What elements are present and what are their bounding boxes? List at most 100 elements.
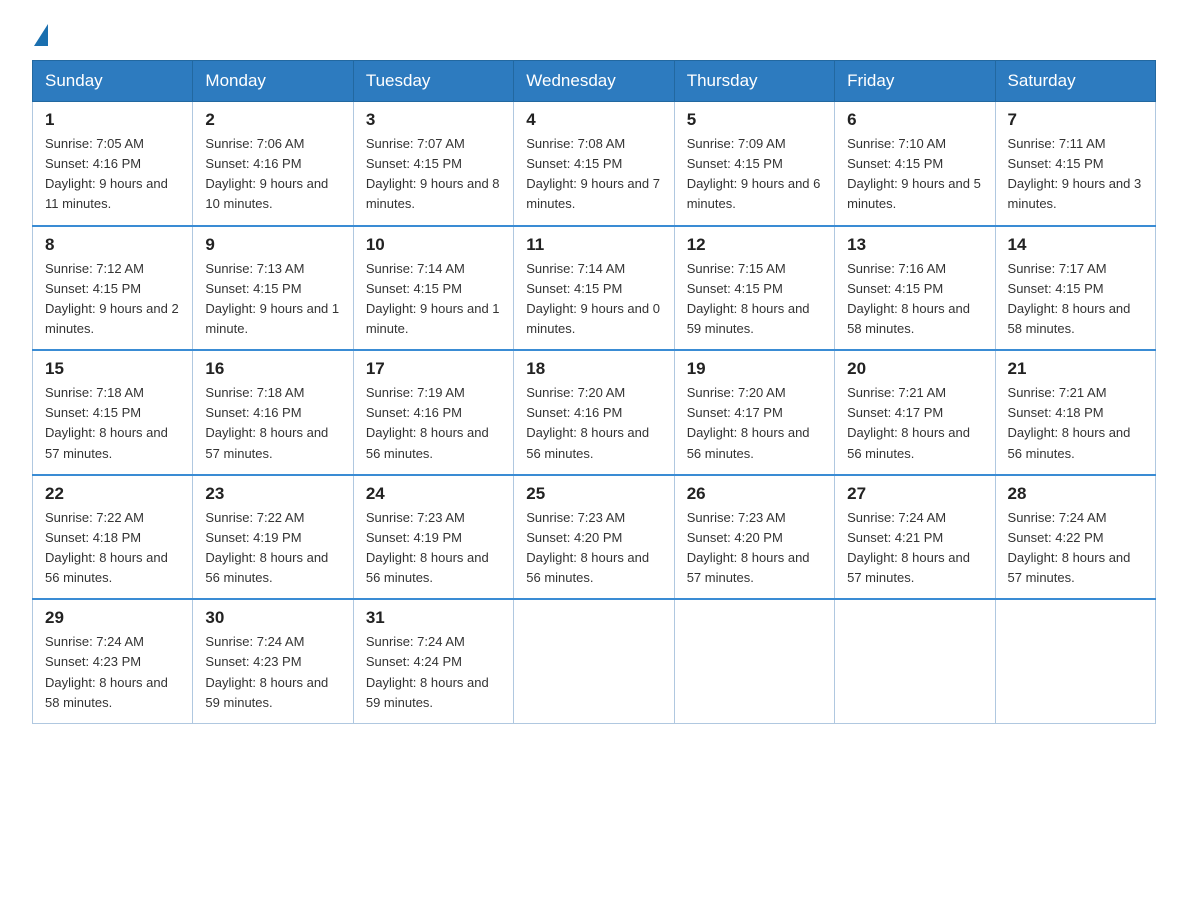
day-number: 15 bbox=[45, 359, 182, 379]
calendar-cell: 30 Sunrise: 7:24 AMSunset: 4:23 PMDaylig… bbox=[193, 599, 353, 723]
calendar-cell bbox=[674, 599, 834, 723]
day-number: 7 bbox=[1008, 110, 1145, 130]
day-info: Sunrise: 7:23 AMSunset: 4:19 PMDaylight:… bbox=[366, 510, 489, 585]
day-number: 2 bbox=[205, 110, 342, 130]
day-info: Sunrise: 7:14 AMSunset: 4:15 PMDaylight:… bbox=[366, 261, 500, 336]
day-header-wednesday: Wednesday bbox=[514, 61, 674, 102]
calendar-cell: 6 Sunrise: 7:10 AMSunset: 4:15 PMDayligh… bbox=[835, 102, 995, 226]
day-info: Sunrise: 7:22 AMSunset: 4:18 PMDaylight:… bbox=[45, 510, 168, 585]
day-number: 27 bbox=[847, 484, 984, 504]
calendar-cell: 27 Sunrise: 7:24 AMSunset: 4:21 PMDaylig… bbox=[835, 475, 995, 600]
calendar-cell: 25 Sunrise: 7:23 AMSunset: 4:20 PMDaylig… bbox=[514, 475, 674, 600]
day-info: Sunrise: 7:12 AMSunset: 4:15 PMDaylight:… bbox=[45, 261, 179, 336]
calendar-cell: 1 Sunrise: 7:05 AMSunset: 4:16 PMDayligh… bbox=[33, 102, 193, 226]
day-info: Sunrise: 7:09 AMSunset: 4:15 PMDaylight:… bbox=[687, 136, 821, 211]
calendar-cell bbox=[835, 599, 995, 723]
day-header-tuesday: Tuesday bbox=[353, 61, 513, 102]
day-number: 23 bbox=[205, 484, 342, 504]
logo-arrow-icon bbox=[34, 24, 48, 46]
day-number: 8 bbox=[45, 235, 182, 255]
calendar-cell bbox=[514, 599, 674, 723]
calendar-cell: 9 Sunrise: 7:13 AMSunset: 4:15 PMDayligh… bbox=[193, 226, 353, 351]
logo bbox=[32, 24, 50, 42]
day-info: Sunrise: 7:14 AMSunset: 4:15 PMDaylight:… bbox=[526, 261, 660, 336]
calendar-cell: 14 Sunrise: 7:17 AMSunset: 4:15 PMDaylig… bbox=[995, 226, 1155, 351]
day-number: 17 bbox=[366, 359, 503, 379]
day-info: Sunrise: 7:16 AMSunset: 4:15 PMDaylight:… bbox=[847, 261, 970, 336]
calendar-cell: 17 Sunrise: 7:19 AMSunset: 4:16 PMDaylig… bbox=[353, 350, 513, 475]
calendar-cell: 10 Sunrise: 7:14 AMSunset: 4:15 PMDaylig… bbox=[353, 226, 513, 351]
day-number: 4 bbox=[526, 110, 663, 130]
calendar-week-row: 8 Sunrise: 7:12 AMSunset: 4:15 PMDayligh… bbox=[33, 226, 1156, 351]
day-info: Sunrise: 7:24 AMSunset: 4:23 PMDaylight:… bbox=[205, 634, 328, 709]
day-info: Sunrise: 7:22 AMSunset: 4:19 PMDaylight:… bbox=[205, 510, 328, 585]
calendar-cell: 26 Sunrise: 7:23 AMSunset: 4:20 PMDaylig… bbox=[674, 475, 834, 600]
day-number: 13 bbox=[847, 235, 984, 255]
day-number: 11 bbox=[526, 235, 663, 255]
calendar-cell: 5 Sunrise: 7:09 AMSunset: 4:15 PMDayligh… bbox=[674, 102, 834, 226]
day-info: Sunrise: 7:23 AMSunset: 4:20 PMDaylight:… bbox=[526, 510, 649, 585]
day-info: Sunrise: 7:23 AMSunset: 4:20 PMDaylight:… bbox=[687, 510, 810, 585]
calendar-cell: 28 Sunrise: 7:24 AMSunset: 4:22 PMDaylig… bbox=[995, 475, 1155, 600]
day-number: 14 bbox=[1008, 235, 1145, 255]
day-info: Sunrise: 7:21 AMSunset: 4:17 PMDaylight:… bbox=[847, 385, 970, 460]
day-number: 28 bbox=[1008, 484, 1145, 504]
day-number: 26 bbox=[687, 484, 824, 504]
calendar-cell: 22 Sunrise: 7:22 AMSunset: 4:18 PMDaylig… bbox=[33, 475, 193, 600]
calendar-cell: 16 Sunrise: 7:18 AMSunset: 4:16 PMDaylig… bbox=[193, 350, 353, 475]
day-info: Sunrise: 7:10 AMSunset: 4:15 PMDaylight:… bbox=[847, 136, 981, 211]
day-info: Sunrise: 7:13 AMSunset: 4:15 PMDaylight:… bbox=[205, 261, 339, 336]
page-header bbox=[32, 24, 1156, 42]
calendar-week-row: 29 Sunrise: 7:24 AMSunset: 4:23 PMDaylig… bbox=[33, 599, 1156, 723]
day-info: Sunrise: 7:21 AMSunset: 4:18 PMDaylight:… bbox=[1008, 385, 1131, 460]
day-number: 24 bbox=[366, 484, 503, 504]
day-number: 20 bbox=[847, 359, 984, 379]
day-info: Sunrise: 7:18 AMSunset: 4:16 PMDaylight:… bbox=[205, 385, 328, 460]
day-header-friday: Friday bbox=[835, 61, 995, 102]
day-header-sunday: Sunday bbox=[33, 61, 193, 102]
day-number: 19 bbox=[687, 359, 824, 379]
calendar-cell: 29 Sunrise: 7:24 AMSunset: 4:23 PMDaylig… bbox=[33, 599, 193, 723]
calendar-cell: 11 Sunrise: 7:14 AMSunset: 4:15 PMDaylig… bbox=[514, 226, 674, 351]
calendar-cell: 8 Sunrise: 7:12 AMSunset: 4:15 PMDayligh… bbox=[33, 226, 193, 351]
calendar-cell: 19 Sunrise: 7:20 AMSunset: 4:17 PMDaylig… bbox=[674, 350, 834, 475]
day-number: 5 bbox=[687, 110, 824, 130]
calendar-cell: 23 Sunrise: 7:22 AMSunset: 4:19 PMDaylig… bbox=[193, 475, 353, 600]
day-info: Sunrise: 7:24 AMSunset: 4:22 PMDaylight:… bbox=[1008, 510, 1131, 585]
day-number: 30 bbox=[205, 608, 342, 628]
calendar-week-row: 22 Sunrise: 7:22 AMSunset: 4:18 PMDaylig… bbox=[33, 475, 1156, 600]
calendar-cell: 20 Sunrise: 7:21 AMSunset: 4:17 PMDaylig… bbox=[835, 350, 995, 475]
day-info: Sunrise: 7:05 AMSunset: 4:16 PMDaylight:… bbox=[45, 136, 168, 211]
calendar-cell: 3 Sunrise: 7:07 AMSunset: 4:15 PMDayligh… bbox=[353, 102, 513, 226]
calendar-cell: 4 Sunrise: 7:08 AMSunset: 4:15 PMDayligh… bbox=[514, 102, 674, 226]
calendar-cell: 13 Sunrise: 7:16 AMSunset: 4:15 PMDaylig… bbox=[835, 226, 995, 351]
day-info: Sunrise: 7:17 AMSunset: 4:15 PMDaylight:… bbox=[1008, 261, 1131, 336]
calendar-week-row: 1 Sunrise: 7:05 AMSunset: 4:16 PMDayligh… bbox=[33, 102, 1156, 226]
day-info: Sunrise: 7:06 AMSunset: 4:16 PMDaylight:… bbox=[205, 136, 328, 211]
day-number: 9 bbox=[205, 235, 342, 255]
day-number: 22 bbox=[45, 484, 182, 504]
day-info: Sunrise: 7:11 AMSunset: 4:15 PMDaylight:… bbox=[1008, 136, 1142, 211]
day-info: Sunrise: 7:19 AMSunset: 4:16 PMDaylight:… bbox=[366, 385, 489, 460]
day-info: Sunrise: 7:24 AMSunset: 4:21 PMDaylight:… bbox=[847, 510, 970, 585]
calendar-cell: 15 Sunrise: 7:18 AMSunset: 4:15 PMDaylig… bbox=[33, 350, 193, 475]
day-number: 10 bbox=[366, 235, 503, 255]
day-number: 12 bbox=[687, 235, 824, 255]
calendar-cell: 2 Sunrise: 7:06 AMSunset: 4:16 PMDayligh… bbox=[193, 102, 353, 226]
day-info: Sunrise: 7:15 AMSunset: 4:15 PMDaylight:… bbox=[687, 261, 810, 336]
day-info: Sunrise: 7:08 AMSunset: 4:15 PMDaylight:… bbox=[526, 136, 660, 211]
day-number: 18 bbox=[526, 359, 663, 379]
day-header-thursday: Thursday bbox=[674, 61, 834, 102]
day-number: 3 bbox=[366, 110, 503, 130]
calendar-table: SundayMondayTuesdayWednesdayThursdayFrid… bbox=[32, 60, 1156, 724]
calendar-cell: 7 Sunrise: 7:11 AMSunset: 4:15 PMDayligh… bbox=[995, 102, 1155, 226]
day-info: Sunrise: 7:18 AMSunset: 4:15 PMDaylight:… bbox=[45, 385, 168, 460]
calendar-cell: 21 Sunrise: 7:21 AMSunset: 4:18 PMDaylig… bbox=[995, 350, 1155, 475]
calendar-header-row: SundayMondayTuesdayWednesdayThursdayFrid… bbox=[33, 61, 1156, 102]
day-header-saturday: Saturday bbox=[995, 61, 1155, 102]
day-info: Sunrise: 7:24 AMSunset: 4:23 PMDaylight:… bbox=[45, 634, 168, 709]
day-number: 6 bbox=[847, 110, 984, 130]
day-number: 31 bbox=[366, 608, 503, 628]
day-number: 21 bbox=[1008, 359, 1145, 379]
calendar-cell: 12 Sunrise: 7:15 AMSunset: 4:15 PMDaylig… bbox=[674, 226, 834, 351]
